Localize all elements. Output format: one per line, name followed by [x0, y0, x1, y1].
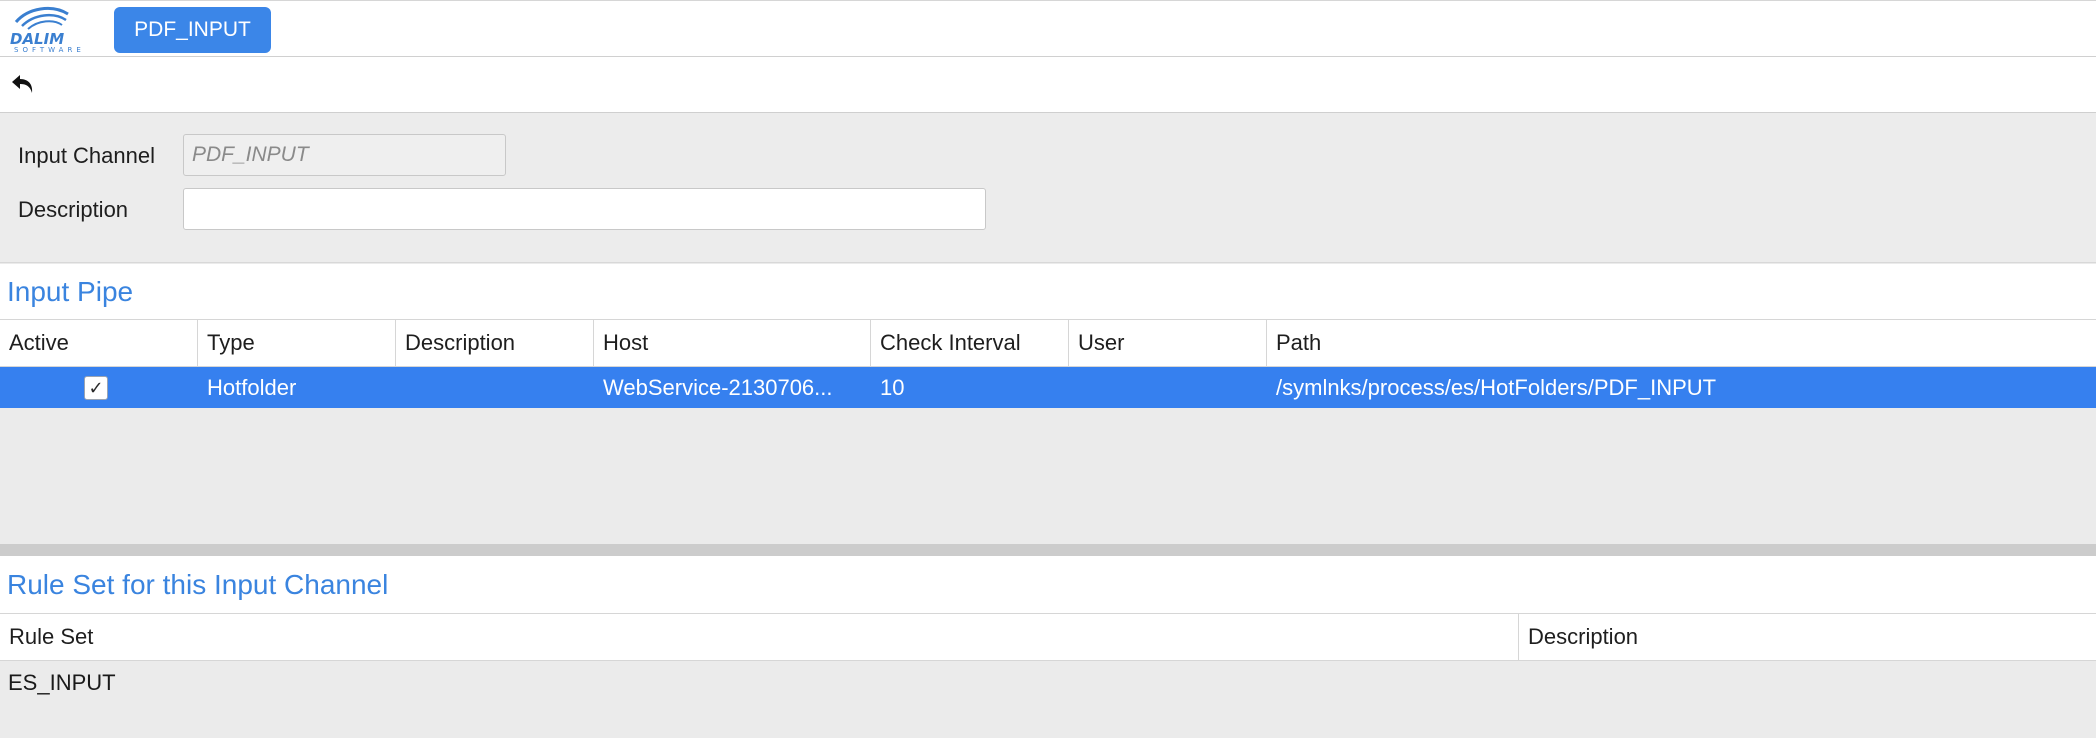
cell-check-interval: 10: [880, 374, 905, 400]
table-row[interactable]: ✓ Hotfolder WebService-2130706... 10 /sy…: [0, 367, 2096, 408]
description-label: Description: [18, 197, 129, 222]
column-header-label: Path: [1276, 330, 1322, 355]
cell-description: [396, 367, 594, 408]
toolbar: [0, 57, 2096, 113]
column-header-label: Description: [1528, 624, 1639, 649]
column-header-rule-set[interactable]: Rule Set: [0, 614, 1519, 660]
rule-set-title: Rule Set for this Input Channel: [7, 568, 389, 600]
rule-set-table-body: ES_INPUT: [0, 661, 2096, 738]
active-checkbox[interactable]: ✓: [84, 376, 108, 400]
column-header-check-interval[interactable]: Check Interval: [871, 320, 1069, 366]
column-header-description[interactable]: Description: [396, 320, 594, 366]
description-field[interactable]: [183, 188, 986, 230]
column-header-label: User: [1078, 330, 1125, 355]
rule-set-table-header: Rule Set Description: [0, 613, 2096, 661]
column-header-label: Host: [603, 330, 649, 355]
column-header-user[interactable]: User: [1069, 320, 1267, 366]
column-header-label: Active: [9, 330, 69, 355]
undo-arrow-icon: [12, 75, 33, 93]
input-pipe-header: Input Pipe: [0, 264, 2096, 319]
input-channel-value: PDF_INPUT: [192, 143, 309, 166]
input-pipe-table-header: Active Type Description Host Check Inter…: [0, 319, 2096, 367]
channel-form: Input Channel PDF_INPUT Description: [0, 113, 2096, 263]
pane-splitter[interactable]: [0, 544, 2096, 556]
cell-rule-set: ES_INPUT: [8, 669, 116, 695]
column-header-rule-description[interactable]: Description: [1519, 614, 2096, 660]
input-pipe-table-body: ✓ Hotfolder WebService-2130706... 10 /sy…: [0, 367, 2096, 544]
tab-pdf-input[interactable]: PDF_INPUT: [114, 7, 271, 53]
table-row[interactable]: ES_INPUT: [0, 661, 2096, 704]
cell-rule-description: [1519, 661, 2096, 704]
back-button[interactable]: [8, 69, 38, 99]
column-header-host[interactable]: Host: [594, 320, 871, 366]
column-header-label: Rule Set: [9, 624, 94, 649]
cell-path: /symlnks/process/es/HotFolders/PDF_INPUT: [1276, 374, 1717, 400]
column-header-label: Type: [207, 330, 255, 355]
cell-user: [1069, 367, 1267, 408]
column-header-active[interactable]: Active: [0, 320, 198, 366]
column-header-path[interactable]: Path: [1267, 320, 2096, 366]
cell-type: Hotfolder: [207, 374, 297, 400]
column-header-label: Check Interval: [880, 330, 1021, 355]
input-pipe-title: Input Pipe: [7, 275, 134, 307]
tab-label: PDF_INPUT: [134, 18, 251, 41]
dalim-logo[interactable]: DALIM SOFTWARE: [8, 6, 104, 54]
column-header-type[interactable]: Type: [198, 320, 396, 366]
column-header-label: Description: [405, 330, 516, 355]
input-channel-label: Input Channel: [18, 143, 155, 168]
cell-host: WebService-2130706...: [603, 374, 833, 400]
input-channel-field: PDF_INPUT: [183, 134, 506, 176]
dalim-logo-mark: DALIM: [10, 6, 69, 48]
checkmark-icon: ✓: [88, 378, 104, 398]
top-bar: DALIM SOFTWARE PDF_INPUT: [0, 0, 2096, 57]
logo-subtext: SOFTWARE: [14, 46, 85, 54]
rule-set-header: Rule Set for this Input Channel: [0, 556, 2096, 613]
